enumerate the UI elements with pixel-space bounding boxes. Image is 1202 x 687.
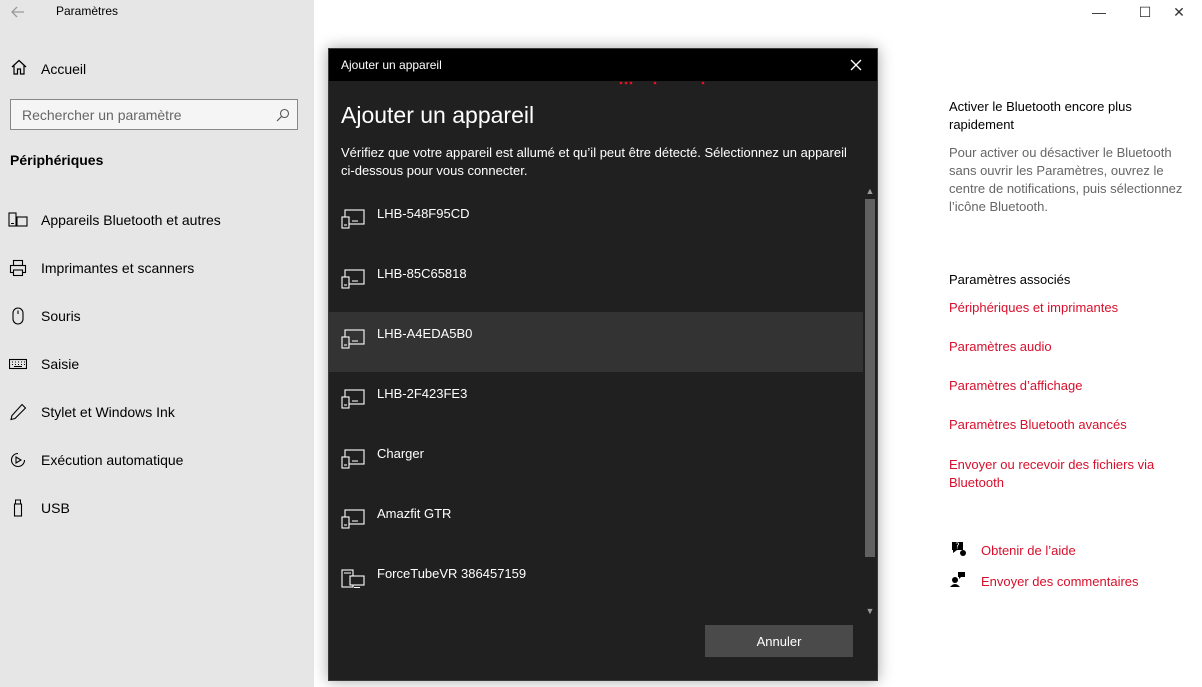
computer-icon [341, 569, 365, 588]
scroll-up-icon[interactable]: ▲ [863, 185, 877, 197]
device-name: Charger [377, 446, 424, 461]
feedback-label: Envoyer des commentaires [981, 573, 1139, 589]
device-icon [341, 329, 365, 349]
sidebar-item-autoplay[interactable]: Exécution automatique [8, 448, 183, 472]
home-label: Accueil [41, 61, 87, 77]
device-name: ForceTubeVR 386457159 [377, 566, 527, 581]
sidebar-item-typing[interactable]: Saisie [8, 352, 79, 376]
mouse-icon [8, 306, 28, 326]
close-button[interactable]: ✕ [1156, 0, 1202, 24]
add-device-dialog: Ajouter un appareil Ajouter un appareil … [328, 48, 878, 681]
device-item[interactable]: Charger [329, 432, 863, 492]
device-item[interactable]: ForceTubeVR 386457159 [329, 552, 863, 612]
sidebar-item-usb[interactable]: USB [8, 496, 70, 520]
device-item[interactable]: Amazfit GTR [329, 492, 863, 552]
feedback-link[interactable]: Envoyer des commentaires [949, 571, 1139, 591]
device-list-scrollbar[interactable]: ▲ ▼ [863, 185, 877, 617]
autoplay-icon [8, 450, 28, 470]
dialog-title: Ajouter un appareil [341, 58, 442, 72]
devices-icon [8, 210, 28, 230]
usb-icon [8, 498, 28, 518]
feedback-icon [949, 570, 967, 593]
close-icon [850, 59, 862, 71]
device-icon [341, 449, 365, 469]
maximize-icon: ☐ [1138, 3, 1152, 20]
sidebar-item-printers[interactable]: Imprimantes et scanners [8, 256, 194, 280]
svg-text:?: ? [955, 541, 959, 550]
sidebar-item-label: Exécution automatique [41, 452, 184, 468]
scrollbar-thumb[interactable] [865, 199, 875, 557]
device-name: LHB-548F95CD [377, 206, 470, 221]
link-send-receive-files[interactable]: Envoyer ou recevoir des fichiers via Blu… [949, 456, 1189, 492]
dialog-close-button[interactable] [847, 56, 865, 74]
device-list: LHB-548F95CD LHB-85C65818 LHB-A4EDA5B0 L… [329, 192, 863, 612]
device-item-selected[interactable]: LHB-A4EDA5B0 [329, 312, 863, 372]
sidebar-item-home[interactable]: Accueil [10, 58, 86, 80]
sidebar-item-label: Imprimantes et scanners [41, 260, 195, 276]
section-title: Périphériques [10, 152, 104, 168]
minimize-icon: — [1092, 4, 1106, 20]
bluetooth-tip: Activer le Bluetooth encore plus rapidem… [949, 98, 1194, 216]
dialog-heading: Ajouter un appareil [341, 102, 535, 128]
scroll-down-icon[interactable]: ▼ [863, 605, 877, 617]
device-name: LHB-A4EDA5B0 [377, 326, 473, 341]
cancel-button[interactable]: Annuler [705, 625, 853, 657]
search-icon[interactable] [276, 108, 290, 122]
device-icon [341, 389, 365, 409]
device-name: Amazfit GTR [377, 506, 452, 521]
tip-description: Pour activer ou désactiver le Bluetooth … [949, 145, 1183, 214]
device-icon [341, 269, 365, 289]
tip-heading: Activer le Bluetooth encore plus rapidem… [949, 99, 1132, 132]
sidebar-item-label: Souris [41, 308, 81, 324]
home-icon [10, 58, 28, 81]
dialog-description: Vérifiez que votre appareil est allumé e… [341, 145, 847, 178]
sidebar-item-mouse[interactable]: Souris [8, 304, 81, 328]
close-icon: ✕ [1173, 3, 1185, 20]
sidebar-item-label: Stylet et Windows Ink [41, 404, 175, 420]
app-title: Paramètres [56, 4, 119, 18]
link-display-settings[interactable]: Paramètres d’affichage [949, 377, 1194, 395]
help-icon: ? [949, 539, 967, 562]
device-icon [341, 509, 365, 529]
printer-icon [8, 258, 28, 278]
progress-dots [619, 81, 705, 85]
device-item[interactable]: LHB-548F95CD [329, 192, 863, 252]
sidebar-item-label: Appareils Bluetooth et autres [41, 212, 221, 228]
dialog-titlebar: Ajouter un appareil [329, 49, 877, 81]
device-icon [341, 209, 365, 229]
sidebar-item-label: USB [41, 500, 70, 516]
related-settings-title: Paramètres associés [949, 272, 1071, 287]
device-name: LHB-85C65818 [377, 266, 467, 281]
keyboard-icon [8, 354, 28, 374]
back-button[interactable] [6, 2, 30, 22]
minimize-button[interactable]: — [1076, 0, 1122, 24]
pen-icon [8, 402, 28, 422]
sidebar-item-label: Saisie [41, 356, 80, 372]
device-item[interactable]: LHB-2F423FE3 [329, 372, 863, 432]
link-sound-settings[interactable]: Paramètres audio [949, 338, 1194, 356]
device-name: LHB-2F423FE3 [377, 386, 468, 401]
get-help-link[interactable]: ? Obtenir de l’aide [949, 540, 1076, 560]
link-bluetooth-advanced[interactable]: Paramètres Bluetooth avancés [949, 416, 1194, 434]
sidebar-item-pen[interactable]: Stylet et Windows Ink [8, 400, 175, 424]
device-item[interactable]: LHB-85C65818 [329, 252, 863, 312]
search-input[interactable] [11, 100, 261, 129]
back-arrow-icon [11, 6, 24, 18]
search-box[interactable] [10, 99, 298, 130]
help-label: Obtenir de l’aide [981, 542, 1076, 558]
link-devices-printers[interactable]: Périphériques et imprimantes [949, 299, 1194, 317]
sidebar-item-bluetooth[interactable]: Appareils Bluetooth et autres [8, 208, 221, 232]
sidebar: Paramètres Accueil Périphériques Apparei… [0, 0, 314, 687]
